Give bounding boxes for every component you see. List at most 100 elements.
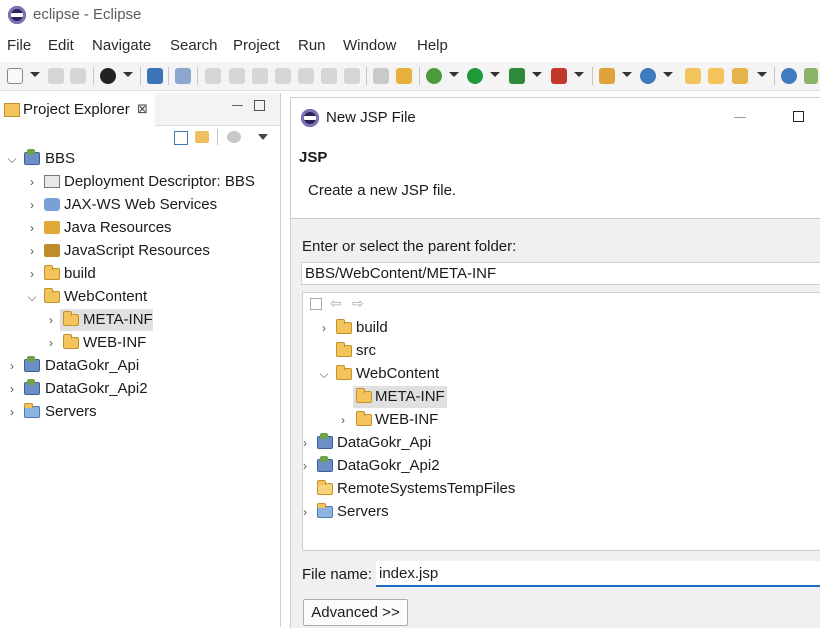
console-icon[interactable]: [147, 68, 163, 84]
maximize-icon[interactable]: [793, 111, 804, 122]
folder-tree[interactable]: ⇦ ⇨ › build src ⌵ WebContent META-INF › …: [302, 292, 820, 551]
home-icon[interactable]: [310, 298, 322, 310]
tree-item-meta-inf[interactable]: › META-INF: [0, 309, 280, 331]
minimize-icon[interactable]: [734, 117, 746, 118]
expand-chevron-icon[interactable]: ›: [319, 317, 329, 339]
tree-item-datagokr-api2[interactable]: › DataGokr_Api2: [0, 378, 280, 400]
folder-tree-item-datagokr-api2[interactable]: › DataGokr_Api2: [303, 455, 820, 477]
profile-dropdown-icon[interactable]: [123, 72, 133, 77]
expand-chevron-icon[interactable]: ›: [300, 455, 310, 477]
expand-chevron-icon[interactable]: ›: [300, 432, 310, 454]
menu-search[interactable]: Search: [170, 37, 218, 54]
expand-chevron-icon[interactable]: ›: [338, 409, 348, 431]
expand-chevron-icon[interactable]: ›: [27, 240, 37, 262]
terminate-icon[interactable]: [252, 68, 268, 84]
expand-chevron-icon[interactable]: ›: [46, 332, 56, 354]
filter-icon[interactable]: [227, 131, 241, 143]
advanced-button[interactable]: Advanced >>: [303, 599, 408, 626]
profile-icon[interactable]: [100, 68, 116, 84]
tree-item-javascript-resources[interactable]: › JavaScript Resources: [0, 240, 280, 262]
debug-dropdown-icon[interactable]: [449, 72, 459, 77]
folder-tree-item-webcontent[interactable]: ⌵ WebContent: [303, 363, 820, 385]
tree-item-build[interactable]: › build: [0, 263, 280, 285]
open-type-icon[interactable]: [685, 68, 701, 84]
step-over-icon[interactable]: [321, 68, 337, 84]
globe-icon[interactable]: [781, 68, 797, 84]
collapse-chevron-icon[interactable]: ⌵: [7, 148, 17, 170]
external-tools-dropdown-icon[interactable]: [574, 72, 584, 77]
maximize-icon[interactable]: [254, 100, 265, 111]
drop-to-frame-icon[interactable]: [396, 68, 412, 84]
new-web-service-icon[interactable]: [640, 68, 656, 84]
expand-chevron-icon[interactable]: ›: [27, 263, 37, 285]
tree-item-jax-ws[interactable]: › JAX-WS Web Services: [0, 194, 280, 216]
expand-chevron-icon[interactable]: ›: [300, 501, 310, 523]
deploy-dropdown-icon[interactable]: [757, 72, 767, 77]
folder-tree-item-datagokr-api[interactable]: › DataGokr_Api: [303, 432, 820, 454]
menu-project[interactable]: Project: [233, 37, 280, 54]
forward-arrow-icon[interactable]: ⇨: [352, 295, 364, 312]
suspend-icon[interactable]: [229, 68, 245, 84]
parent-folder-input[interactable]: [301, 262, 820, 285]
run-on-server-icon[interactable]: [509, 68, 525, 84]
new-server-dropdown-icon[interactable]: [622, 72, 632, 77]
deploy-icon[interactable]: [732, 68, 748, 84]
step-return-icon[interactable]: [344, 68, 360, 84]
expand-chevron-icon[interactable]: ›: [27, 171, 37, 193]
folder-tree-item-meta-inf[interactable]: META-INF: [303, 386, 820, 408]
collapse-chevron-icon[interactable]: ⌵: [319, 363, 329, 385]
minimize-icon[interactable]: [232, 105, 243, 106]
folder-tree-item-src[interactable]: src: [303, 340, 820, 362]
save-all-icon[interactable]: [70, 68, 86, 84]
view-menu-icon[interactable]: [258, 134, 268, 140]
expand-chevron-icon[interactable]: ›: [7, 355, 17, 377]
save-icon[interactable]: [48, 68, 64, 84]
debug-icon[interactable]: [426, 68, 442, 84]
expand-chevron-icon[interactable]: ›: [46, 309, 56, 331]
disconnect-icon[interactable]: [275, 68, 291, 84]
menu-file[interactable]: File: [7, 37, 31, 54]
tree-item-deployment-descriptor[interactable]: › Deployment Descriptor: BBS: [0, 171, 280, 193]
menu-window[interactable]: Window: [343, 37, 396, 54]
folder-tree-item-servers[interactable]: › Servers: [303, 501, 820, 523]
folder-tree-item-build[interactable]: › build: [303, 317, 820, 339]
new-file-icon[interactable]: [7, 68, 23, 84]
menu-help[interactable]: Help: [417, 37, 448, 54]
tab-project-explorer[interactable]: Project Explorer ⊠: [0, 93, 155, 125]
close-icon[interactable]: ⊠: [137, 101, 148, 117]
tree-item-bbs[interactable]: ⌵ BBS: [0, 148, 280, 170]
expand-chevron-icon[interactable]: ›: [7, 378, 17, 400]
new-dropdown-icon[interactable]: [30, 72, 40, 77]
file-name-input[interactable]: [376, 561, 820, 587]
menu-run[interactable]: Run: [298, 37, 326, 54]
expand-chevron-icon[interactable]: ›: [7, 401, 17, 423]
open-resource-icon[interactable]: [708, 68, 724, 84]
tree-item-webcontent[interactable]: ⌵ WebContent: [0, 286, 280, 308]
link-with-editor-icon[interactable]: [195, 131, 209, 143]
menu-navigate[interactable]: Navigate: [92, 37, 151, 54]
web-service-dropdown-icon[interactable]: [663, 72, 673, 77]
collapse-all-icon[interactable]: [174, 131, 188, 145]
use-step-filters-icon[interactable]: [373, 68, 389, 84]
collapse-chevron-icon[interactable]: ⌵: [27, 286, 37, 308]
run-dropdown-icon[interactable]: [490, 72, 500, 77]
run-icon[interactable]: [467, 68, 483, 84]
menu-edit[interactable]: Edit: [48, 37, 74, 54]
search-icon[interactable]: [804, 68, 818, 84]
expand-chevron-icon[interactable]: ›: [27, 217, 37, 239]
skip-breakpoints-icon[interactable]: [175, 68, 191, 84]
new-server-icon[interactable]: [599, 68, 615, 84]
step-into-icon[interactable]: [298, 68, 314, 84]
tree-item-servers[interactable]: › Servers: [0, 401, 280, 423]
back-arrow-icon[interactable]: ⇦: [330, 295, 342, 312]
tree-item-web-inf[interactable]: › WEB-INF: [0, 332, 280, 354]
tree-item-datagokr-api[interactable]: › DataGokr_Api: [0, 355, 280, 377]
run-server-dropdown-icon[interactable]: [532, 72, 542, 77]
expand-chevron-icon[interactable]: ›: [27, 194, 37, 216]
folder-tree-item-web-inf[interactable]: › WEB-INF: [303, 409, 820, 431]
external-tools-icon[interactable]: [551, 68, 567, 84]
tree-item-java-resources[interactable]: › Java Resources: [0, 217, 280, 239]
window-title: eclipse - Eclipse: [33, 6, 142, 23]
resume-icon[interactable]: [205, 68, 221, 84]
folder-tree-item-remotesystemstempfiles[interactable]: RemoteSystemsTempFiles: [303, 478, 820, 500]
